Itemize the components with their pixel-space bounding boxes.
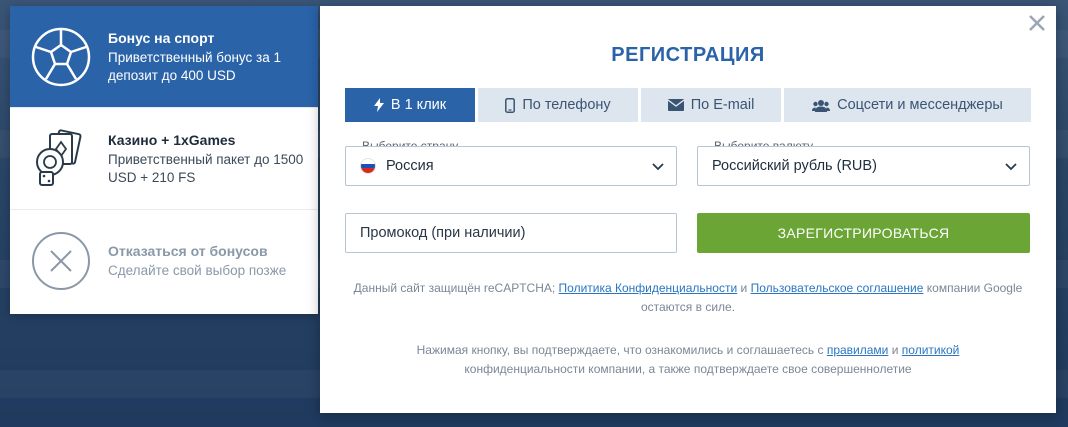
chevron-down-icon <box>652 163 664 171</box>
bonus-description: Сделайте свой выбор позже <box>108 263 287 278</box>
envelope-icon <box>667 99 684 111</box>
privacy-policy-link[interactable]: Политика Конфиденциальности <box>559 281 738 295</box>
bonus-title: Бонус на спорт <box>108 29 215 46</box>
bonus-description: Приветственный бонус за 1 депозит до 400… <box>108 49 281 83</box>
lightning-icon <box>373 98 384 112</box>
bonus-option-sport[interactable]: Бонус на спорт Приветственный бонус за 1… <box>10 6 318 108</box>
soccer-ball-icon <box>28 24 94 90</box>
phone-icon <box>505 97 516 113</box>
tab-label: В 1 клик <box>390 97 447 113</box>
bonus-description: Приветственный пакет до 1500 USD + 210 F… <box>108 151 304 185</box>
country-select[interactable]: Россия <box>345 146 677 186</box>
country-value: Россия <box>386 158 434 174</box>
modal-title: РЕГИСТРАЦИЯ <box>611 44 765 66</box>
tab-one-click[interactable]: В 1 клик <box>345 88 475 122</box>
chevron-down-icon <box>1005 163 1017 171</box>
consent-suffix: конфиденциальности компании, а также под… <box>464 362 912 376</box>
consent-notice: Нажимая кнопку, вы подтверждаете, что оз… <box>380 341 996 379</box>
bonus-title: Отказаться от бонусов <box>108 243 268 259</box>
currency-value: Российский рубль (RUB) <box>712 158 877 174</box>
bonus-option-casino[interactable]: Казино + 1xGames Приветственный пакет до… <box>10 108 318 210</box>
bonus-title: Казино + 1xGames <box>108 131 236 148</box>
recaptcha-notice: Данный сайт защищён reCAPTCHA; Политика … <box>350 279 1026 317</box>
recaptcha-text: Данный сайт защищён reCAPTCHA; <box>353 281 556 295</box>
tab-label: Соцсети и мессенджеры <box>837 97 1003 113</box>
terms-link[interactable]: Пользовательское соглашение <box>751 281 924 295</box>
close-icon <box>1029 15 1045 31</box>
tab-social[interactable]: Соцсети и мессенджеры <box>784 88 1031 122</box>
casino-chips-cards-icon <box>28 126 94 192</box>
tab-label: По телефону <box>522 97 611 113</box>
promo-code-input[interactable]: Промокод (при наличии) <box>345 213 677 253</box>
tab-email[interactable]: По E-mail <box>641 88 781 122</box>
russia-flag-icon <box>360 158 376 174</box>
users-icon <box>812 99 831 112</box>
register-button[interactable]: ЗАРЕГИСТРИРОВАТЬСЯ <box>697 213 1030 253</box>
register-label: ЗАРЕГИСТРИРОВАТЬСЯ <box>777 225 950 241</box>
promo-placeholder: Промокод (при наличии) <box>360 225 526 241</box>
bonus-option-decline[interactable]: Отказаться от бонусов Сделайте свой выбо… <box>10 210 318 312</box>
tab-label: По E-mail <box>690 97 755 113</box>
consent-and: и <box>891 343 899 357</box>
rules-link[interactable]: правилами <box>827 343 889 357</box>
recaptcha-and: и <box>740 281 748 295</box>
decline-x-icon <box>28 228 94 294</box>
registration-tabs: В 1 клик По телефону По E-mail Соцсети и… <box>345 88 1031 122</box>
policy-link[interactable]: политикой <box>902 343 960 357</box>
bonus-selector: Бонус на спорт Приветственный бонус за 1… <box>10 6 318 314</box>
tab-phone[interactable]: По телефону <box>478 88 638 122</box>
currency-select[interactable]: Российский рубль (RUB) <box>697 146 1030 186</box>
close-button[interactable] <box>1026 12 1048 34</box>
consent-text: Нажимая кнопку, вы подтверждаете, что оз… <box>416 343 824 357</box>
